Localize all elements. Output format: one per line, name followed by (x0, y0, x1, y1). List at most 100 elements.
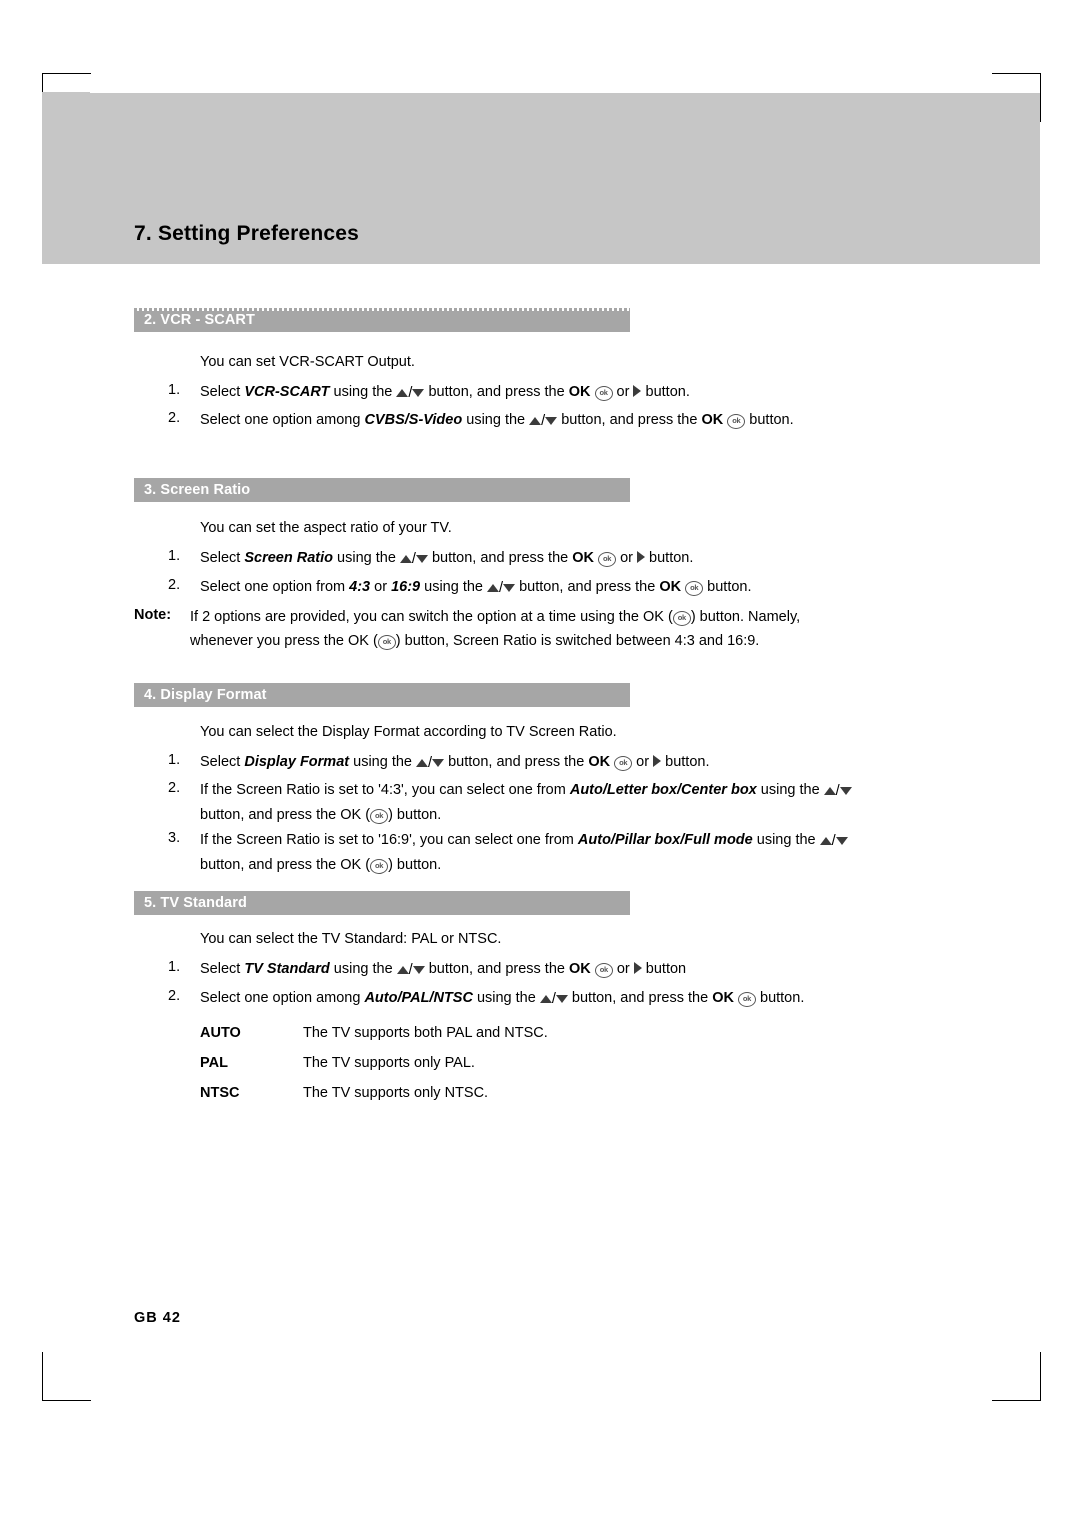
label-button-and-press: button, and press the (431, 550, 569, 566)
label-select: Select (200, 754, 241, 770)
ok-button-icon: ok (727, 414, 746, 429)
screen-ratio-step-1: Select Screen Ratio using the / button, … (200, 548, 693, 569)
term-format-43-options: Auto/Letter box/Center box (569, 782, 757, 798)
right-arrow-icon (653, 755, 662, 767)
label-ok: OK (572, 550, 595, 566)
label-using-the: using the (424, 579, 483, 595)
label-button-and-press: button, and press the (448, 754, 585, 770)
section-header-tv-standard: 5. TV Standard (134, 891, 630, 915)
step-number: 2. (168, 780, 181, 796)
ok-button-icon: ok (672, 611, 691, 626)
label-ok: OK (569, 961, 591, 977)
display-format-intro: You can select the Display Format accord… (200, 724, 617, 740)
label-select-one-from: Select one option from (200, 579, 346, 595)
display-format-step-3-line2: button, and press the OK (ok) button. (200, 855, 441, 875)
step-number: 1. (168, 382, 181, 398)
ok-button-icon: ok (737, 992, 756, 1007)
term-display-format: Display Format (244, 754, 350, 770)
display-format-step-3-line1: If the Screen Ratio is set to '16:9', yo… (200, 830, 848, 851)
label-using-the: using the (353, 754, 412, 770)
term-screen-ratio: Screen Ratio (244, 550, 333, 566)
crop-mark-bottom-right (992, 1352, 1041, 1401)
note-text-a: If 2 options are provided, you can switc… (190, 609, 673, 625)
document-page: 7. Setting Preferences 2. VCR - SCART Yo… (0, 0, 1080, 1528)
label-press-ok: button, and press the OK ( (200, 857, 371, 873)
crop-mark-bottom-left (42, 1352, 91, 1401)
label-button: button. (749, 412, 794, 428)
tv-standard-option-value: The TV supports only NTSC. (303, 1085, 489, 1101)
tv-standard-option-value: The TV supports only PAL. (303, 1055, 475, 1071)
note-text-b: ) button. Namely, (690, 609, 801, 625)
step-number: 2. (168, 988, 181, 1004)
term-tv-standard: TV Standard (244, 961, 330, 977)
tv-standard-step-1: Select TV Standard using the / button, a… (200, 959, 686, 980)
label-button-and-press: button, and press the (519, 579, 656, 595)
tv-standard-option-key: NTSC (200, 1085, 240, 1101)
label-select: Select (200, 550, 241, 566)
ok-button-icon: ok (370, 859, 389, 874)
display-format-step-2-line2: button, and press the OK (ok) button. (200, 805, 441, 825)
label-or: or (636, 754, 650, 770)
label-button-and-press: button, and press the (571, 990, 709, 1006)
label-using-the: using the (476, 990, 536, 1006)
ok-button-icon: ok (685, 581, 704, 596)
label-select: Select (200, 961, 241, 977)
label-close-button: ) button. (388, 807, 442, 823)
header-divider (90, 92, 1040, 93)
term-ratio-16-9: 16:9 (391, 579, 421, 595)
up-down-arrows-icon: / (819, 831, 848, 851)
step-number: 2. (168, 410, 181, 426)
tv-standard-intro: You can select the TV Standard: PAL or N… (200, 931, 502, 947)
up-down-arrows-icon: / (416, 753, 445, 773)
label-button-and-press: button, and press the (561, 412, 698, 428)
section-header-vcr-scart: 2. VCR - SCART (134, 308, 630, 332)
label-select: Select (200, 384, 241, 400)
note-line-2: whenever you press the OK (ok) button, S… (190, 631, 759, 651)
label-using-the: using the (333, 961, 393, 977)
step-number: 1. (168, 959, 181, 975)
up-down-arrows-icon: / (529, 411, 558, 431)
tv-standard-step-2: Select one option among Auto/PAL/NTSC us… (200, 988, 804, 1009)
tv-standard-option-value: The TV supports both PAL and NTSC. (303, 1025, 548, 1041)
note-text-b: ) button, Screen Ratio is switched betwe… (395, 633, 760, 649)
display-format-step-1: Select Display Format using the / button… (200, 752, 709, 773)
label-button: button. (665, 754, 710, 770)
tv-standard-option-key: PAL (200, 1055, 228, 1071)
up-down-arrows-icon: / (539, 989, 568, 1009)
section-header-screen-ratio: 3. Screen Ratio (134, 478, 630, 502)
vcr-scart-step-2: Select one option among CVBS/S-Video usi… (200, 410, 794, 431)
label-using-the: using the (760, 782, 820, 798)
label-or: or (374, 579, 388, 595)
label-button-no-dot: button (645, 961, 687, 977)
label-ok: OK (712, 990, 734, 1006)
label-button-and-press: button, and press the (428, 961, 565, 977)
note-text-a: whenever you press the OK ( (190, 633, 378, 649)
term-ratio-4-3: 4:3 (349, 579, 371, 595)
screen-ratio-intro: You can set the aspect ratio of your TV. (200, 520, 452, 536)
step-number: 1. (168, 752, 181, 768)
section-header-display-format: 4. Display Format (134, 683, 630, 707)
display-format-step-2-line1: If the Screen Ratio is set to '4:3', you… (200, 780, 852, 801)
page-footer: GB 42 (134, 1310, 181, 1326)
label-using-the: using the (333, 384, 393, 400)
label-ok: OK (701, 412, 724, 428)
step-number: 3. (168, 830, 181, 846)
screen-ratio-step-2: Select one option from 4:3 or 16:9 using… (200, 577, 752, 598)
ok-button-icon: ok (377, 635, 396, 650)
label-button: button. (645, 384, 690, 400)
label-using-the: using the (466, 412, 526, 428)
ok-button-icon: ok (594, 963, 613, 978)
term-format-169-options: Auto/Pillar box/Full mode (577, 832, 753, 848)
term-tv-standard-options: Auto/PAL/NTSC (364, 990, 473, 1006)
up-down-arrows-icon: / (399, 549, 428, 569)
term-vcr-scart: VCR-SCART (244, 384, 330, 400)
ok-button-icon: ok (598, 552, 617, 567)
label-using-the: using the (756, 832, 816, 848)
up-down-arrows-icon: / (396, 383, 425, 403)
term-cvbs-svideo: CVBS/S-Video (364, 412, 463, 428)
label-button: button. (760, 990, 805, 1006)
vcr-scart-intro: You can set VCR-SCART Output. (200, 354, 415, 370)
label-or: or (616, 961, 630, 977)
label-ratio-43-prefix: If the Screen Ratio is set to '4:3', you… (200, 782, 566, 798)
step-number: 1. (168, 548, 181, 564)
